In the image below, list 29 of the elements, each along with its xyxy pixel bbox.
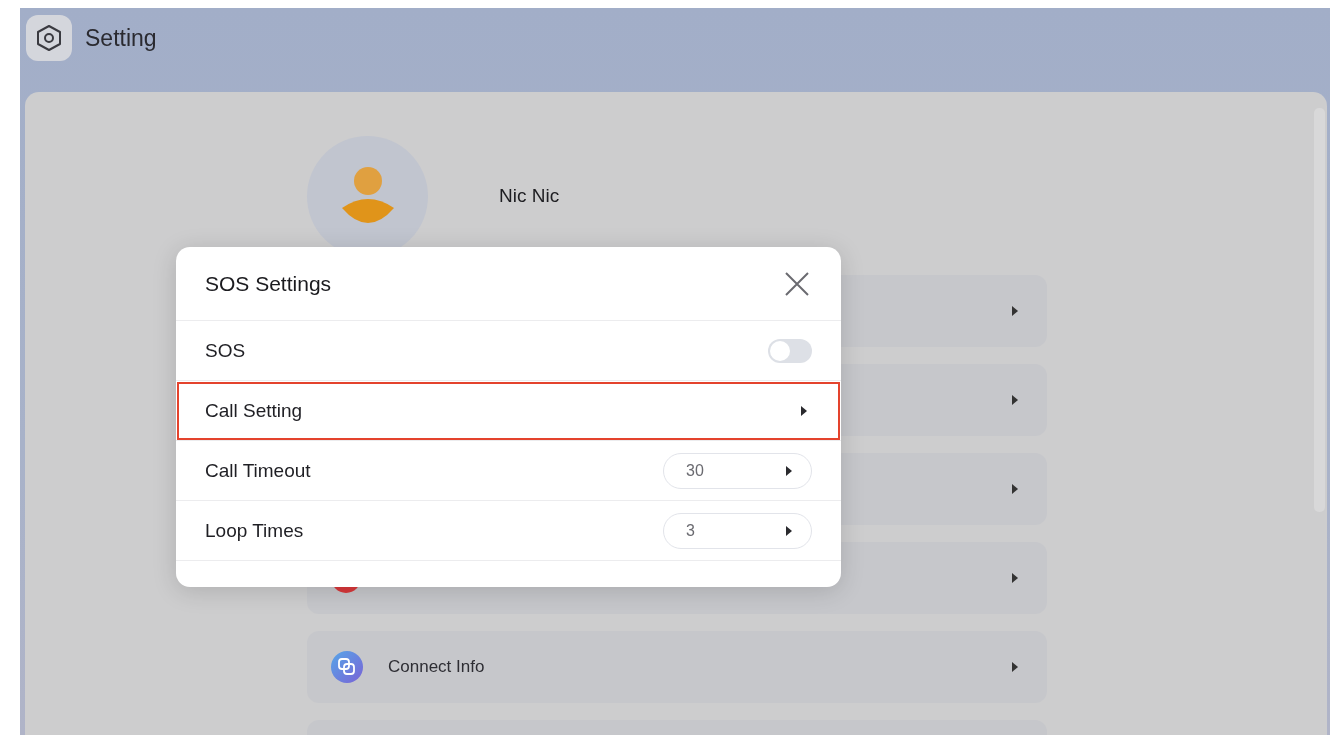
setting-label: Loop Times bbox=[205, 519, 305, 542]
setting-row[interactable]: Loop Times 3 bbox=[176, 501, 841, 561]
app-icon-tile[interactable] bbox=[26, 15, 72, 61]
highlighted-setting-row[interactable]: Call Setting bbox=[176, 381, 841, 441]
settings-icon bbox=[36, 24, 62, 52]
caret-icon bbox=[785, 464, 793, 477]
caret-icon bbox=[785, 524, 793, 537]
user-name: Nic Nic bbox=[499, 184, 560, 207]
overlapping-squares-icon bbox=[331, 651, 363, 683]
value-selector[interactable]: 30 bbox=[663, 452, 812, 489]
caret-icon bbox=[1011, 305, 1019, 317]
setting-row[interactable]: Call Timeout 30 bbox=[176, 441, 841, 501]
caret-icon bbox=[1011, 661, 1019, 673]
setting-label: SOS bbox=[205, 339, 247, 362]
setting-row[interactable]: SOS bbox=[176, 321, 841, 381]
dialog-title: SOS Settings bbox=[205, 271, 332, 296]
caret-icon bbox=[1011, 394, 1019, 406]
caret-icon bbox=[800, 404, 808, 417]
caret-icon bbox=[1011, 572, 1019, 584]
close-icon bbox=[784, 270, 810, 297]
sos-toggle[interactable] bbox=[768, 338, 812, 363]
setting-label: Call Setting bbox=[205, 399, 304, 422]
caret-icon bbox=[1011, 483, 1019, 495]
value-selector[interactable]: 3 bbox=[663, 512, 812, 549]
close-button[interactable] bbox=[783, 269, 811, 298]
menu-row[interactable]: Connect Info bbox=[307, 631, 1047, 703]
page-title: Setting bbox=[85, 24, 157, 52]
menu-label: Connect Info bbox=[388, 657, 486, 677]
setting-label: Call Timeout bbox=[205, 459, 312, 482]
